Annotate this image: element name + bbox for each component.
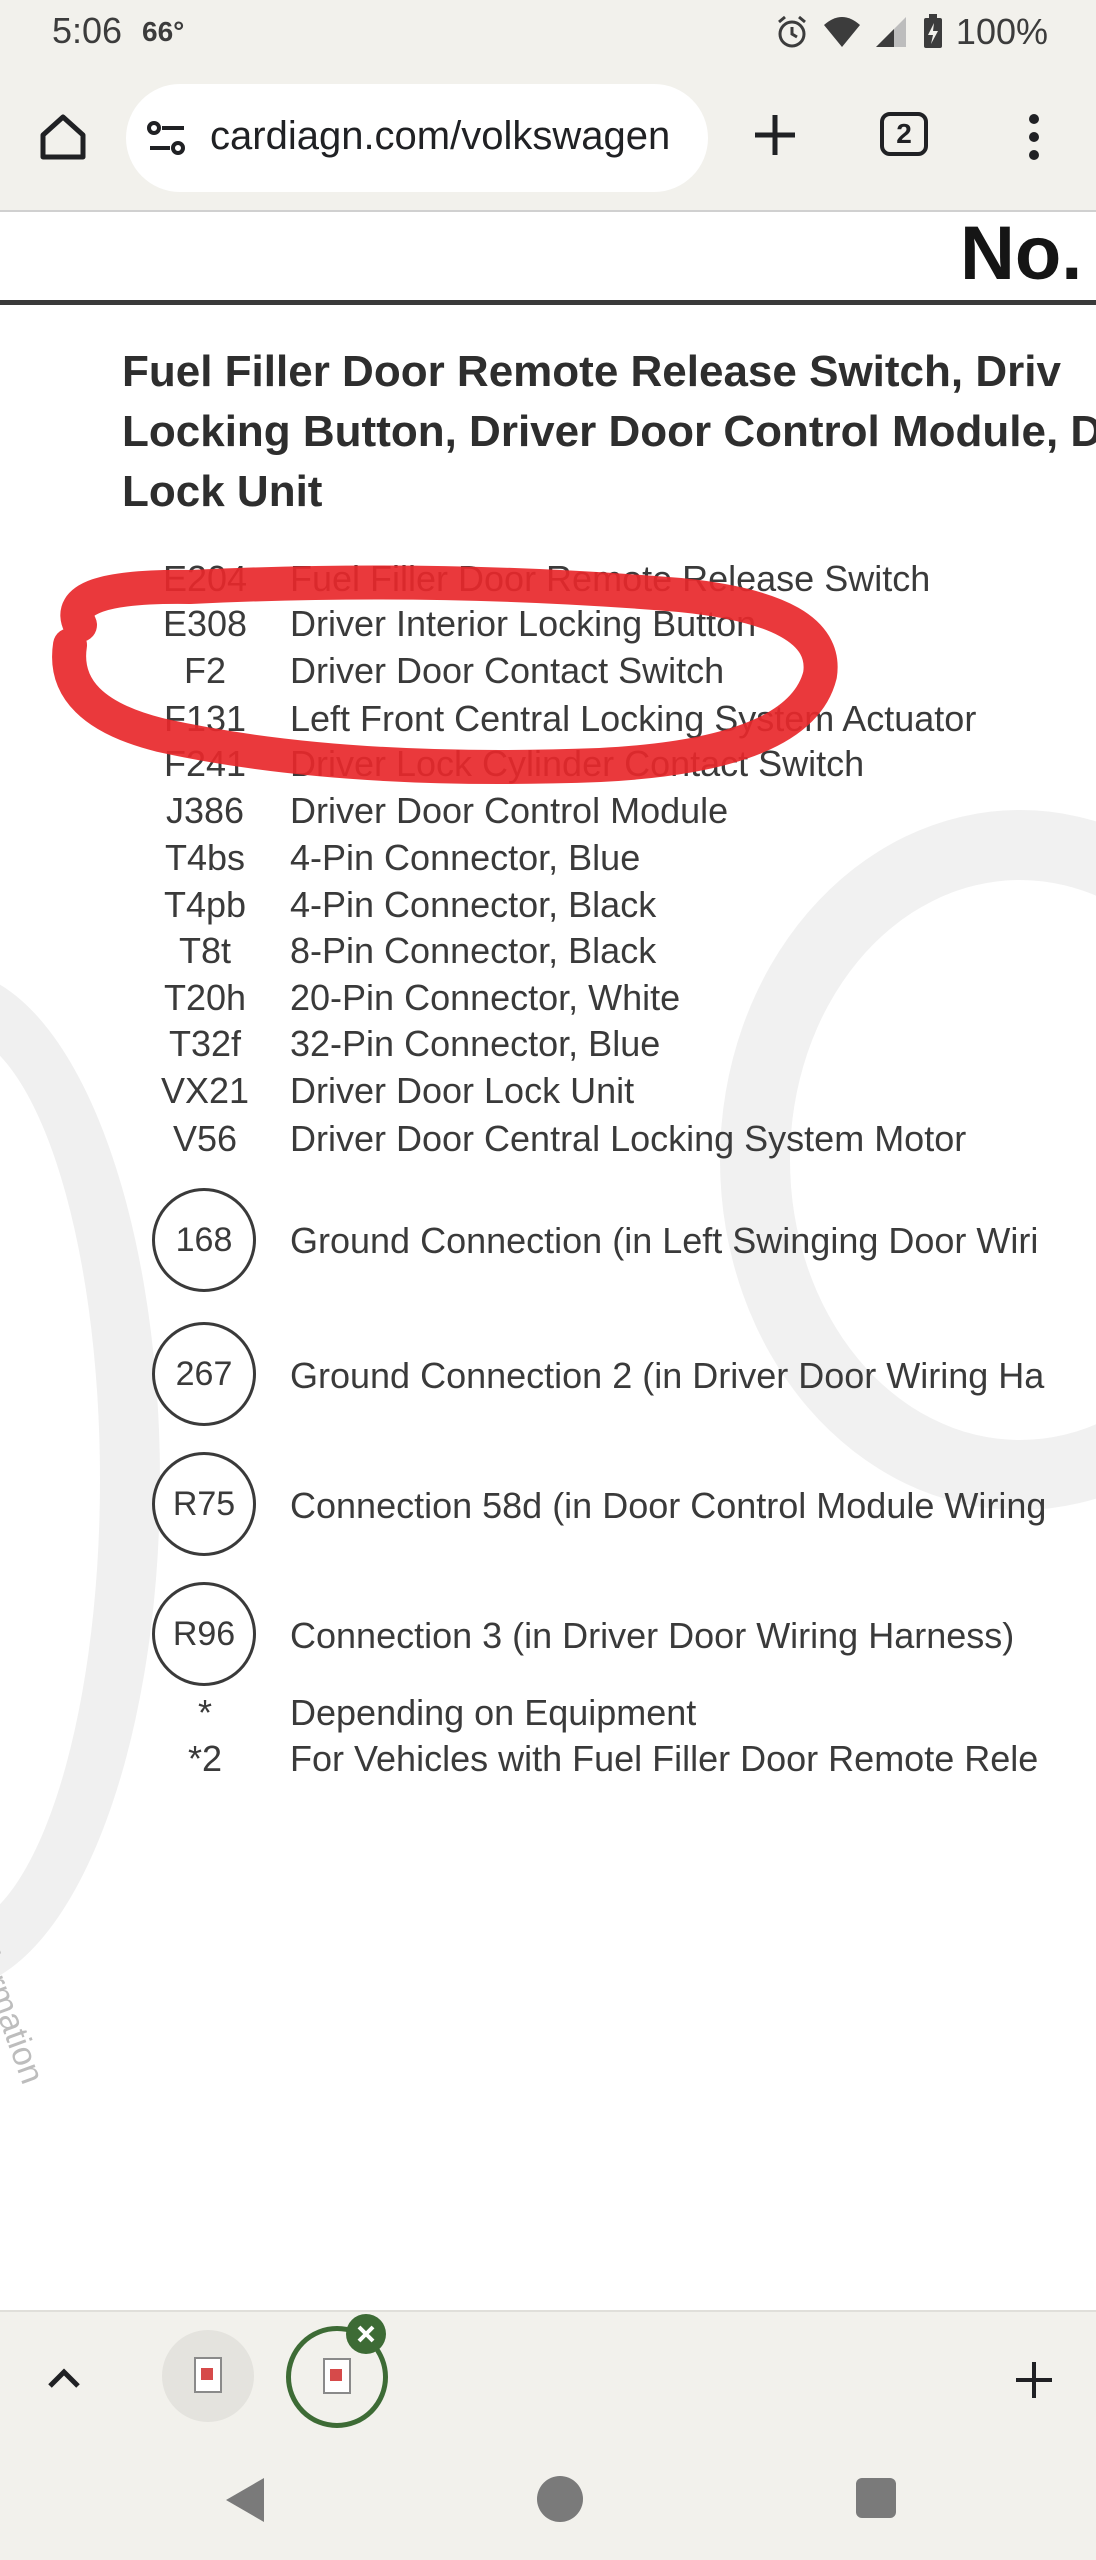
diagram-title-line: Locking Button, Driver Door Control Modu… [122,407,1096,456]
home-nav-button[interactable] [537,2476,583,2522]
browser-toolbar: cardiagn.com/volkswagen 2 [0,64,1096,210]
tune-icon[interactable] [146,118,188,158]
connection-description: Connection 3 (in Driver Door Wiring Harn… [290,1615,1015,1656]
close-icon [357,2325,375,2343]
legend-description: Driver Door Lock Unit [290,1070,635,1111]
url-text[interactable]: cardiagn.com/volkswagen [210,114,670,159]
alarm-icon [777,15,806,48]
tab-thumbnail[interactable] [162,2330,254,2422]
home-button[interactable] [30,104,96,170]
system-navigation-bar [0,2440,1096,2560]
connection-description: Connection 58d (in Door Control Module W… [290,1485,1047,1526]
close-tab-button[interactable] [346,2314,386,2354]
clock: 5:06 [52,10,123,51]
legend-code: T32f [168,1023,242,1064]
legend-description: Driver Lock Cylinder Contact Switch [290,743,865,784]
note-marker: *2 [187,1738,223,1779]
temperature: 66° [142,16,185,47]
note-text: Depending on Equipment [290,1692,697,1733]
legend-code: T8t [178,930,231,971]
plus-icon [1016,2362,1052,2398]
legend-code: T4pb [163,884,247,925]
status-icons: 100% [774,8,1048,56]
new-tab-button[interactable] [742,102,808,168]
tab-strip [0,2310,1096,2442]
more-menu-button[interactable] [1010,104,1058,170]
legend-description: Fuel Filler Door Remote Release Switch [290,558,931,599]
page-top-divider [0,210,1096,212]
page-favicon-icon [194,2357,222,2393]
document-number: No. [960,211,1083,296]
legend-description: 4-Pin Connector, Blue [290,837,641,878]
status-bar: 5:06 66° 100% [0,0,1096,64]
back-icon[interactable] [222,2476,268,2524]
chevron-up-icon [48,2368,80,2388]
legend-code: T20h [163,977,247,1018]
page-favicon-icon [323,2358,351,2394]
legend-code: E204 [162,558,248,599]
legend-code: T4bs [164,837,246,878]
legend-description: Left Front Central Locking System Actuat… [290,698,977,739]
note-marker: * [197,1692,212,1733]
web-page[interactable]: with respect to the correctness of infor… [0,210,1096,2310]
more-vert-icon [1029,114,1039,160]
note-text: For Vehicles with Fuel Filler Door Remot… [290,1738,1039,1779]
connection-code-circle: R96 [152,1582,256,1686]
wifi-icon [823,17,860,47]
connection-description: Ground Connection (in Left Swinging Door… [290,1220,1039,1261]
recents-nav-button[interactable] [856,2478,896,2518]
legend-code: F2 [183,650,226,691]
legend-description: 20-Pin Connector, White [290,977,681,1018]
legend-code: F241 [163,743,247,784]
legend-code: V56 [172,1118,238,1159]
watermark-ring [720,810,1096,1510]
home-icon [40,114,86,160]
legend-description: 32-Pin Connector, Blue [290,1023,661,1064]
connection-code-circle: 267 [152,1322,256,1426]
plus-icon [755,115,795,155]
diagram-title-line: Lock Unit [122,467,323,516]
address-bar[interactable]: cardiagn.com/volkswagen [126,84,708,192]
legend-code: VX21 [160,1070,250,1111]
legend-code: F131 [163,698,247,739]
tab-switcher-button[interactable]: 2 [880,112,928,156]
header-rule [0,300,1096,305]
legend-description: Driver Door Central Locking System Motor [290,1118,967,1159]
legend-code: E308 [162,603,248,644]
connection-description: Ground Connection 2 (in Driver Door Wiri… [290,1355,1045,1396]
legend-description: Driver Door Contact Switch [290,650,725,691]
battery-percent: 100% [955,11,1048,52]
signal-icon [875,17,906,47]
diagram-title: Fuel Filler Door Remote Release Switch, … [122,342,1096,522]
legend-code: J386 [165,790,245,831]
connection-code-circle: R75 [152,1452,256,1556]
legend-description: Driver Door Control Module [290,790,729,831]
battery-charging-icon [923,14,942,48]
connection-code-circle: 168 [152,1188,256,1292]
legend-description: 4-Pin Connector, Black [290,884,657,925]
collapse-tab-strip-button[interactable] [38,2358,90,2398]
add-tab-button[interactable] [1006,2352,1062,2408]
legend-description: 8-Pin Connector, Black [290,930,657,971]
diagram-title-line: Fuel Filler Door Remote Release Switch, … [122,347,1061,396]
legend-description: Driver Interior Locking Button [290,603,757,644]
